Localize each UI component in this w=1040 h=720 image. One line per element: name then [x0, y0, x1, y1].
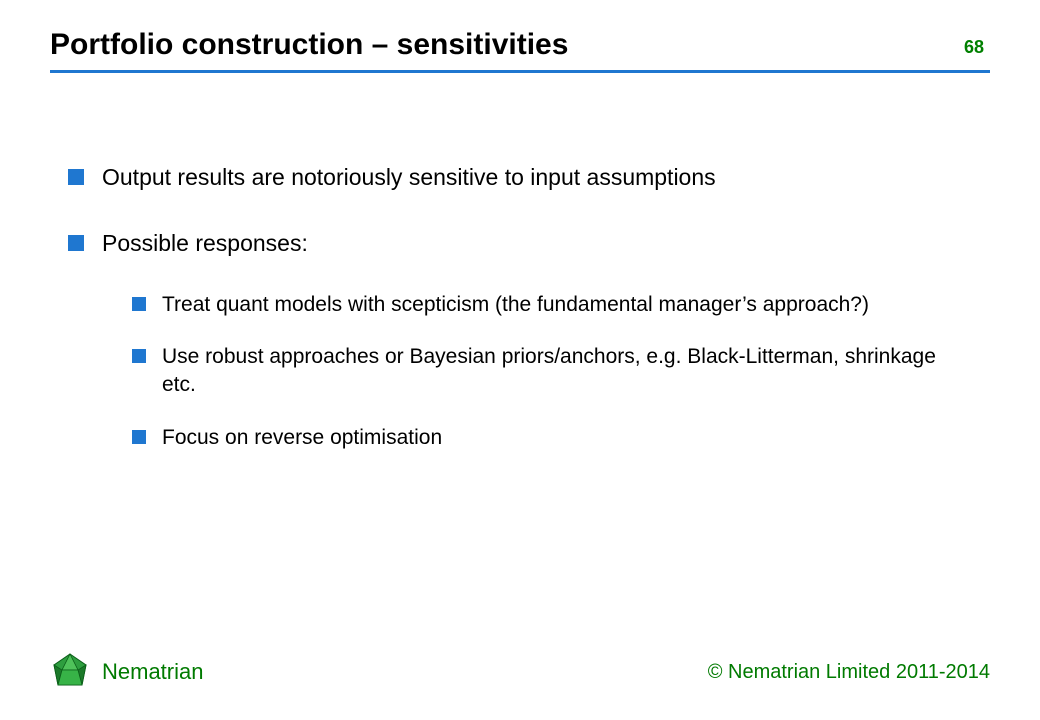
bullet-text: Focus on reverse optimisation — [162, 426, 442, 449]
bullet-text: Output results are notoriously sensitive… — [102, 164, 716, 190]
footer: Nematrian © Nematrian Limited 2011-2014 — [0, 652, 1040, 720]
list-item: Focus on reverse optimisation — [132, 424, 972, 452]
slide: Portfolio construction – sensitivities 6… — [0, 0, 1040, 720]
list-item: Possible responses: Treat quant models w… — [68, 229, 972, 452]
sub-bullet-list: Treat quant models with scepticism (the … — [102, 291, 972, 452]
brand-logo-icon — [50, 652, 90, 692]
bullet-text: Treat quant models with scepticism (the … — [162, 293, 869, 316]
list-item: Treat quant models with scepticism (the … — [132, 291, 972, 319]
page-number: 68 — [964, 37, 990, 62]
content: Output results are notoriously sensitive… — [0, 73, 1040, 652]
brand-name: Nematrian — [102, 659, 203, 685]
header: Portfolio construction – sensitivities 6… — [0, 0, 1040, 62]
list-item: Use robust approaches or Bayesian priors… — [132, 343, 972, 400]
bullet-text: Possible responses: — [102, 230, 308, 256]
slide-title: Portfolio construction – sensitivities — [50, 28, 568, 62]
brand: Nematrian — [50, 652, 203, 692]
bullet-text: Use robust approaches or Bayesian priors… — [162, 345, 936, 396]
bullet-list: Output results are notoriously sensitive… — [68, 163, 972, 452]
list-item: Output results are notoriously sensitive… — [68, 163, 972, 193]
copyright-text: © Nematrian Limited 2011-2014 — [708, 661, 990, 684]
